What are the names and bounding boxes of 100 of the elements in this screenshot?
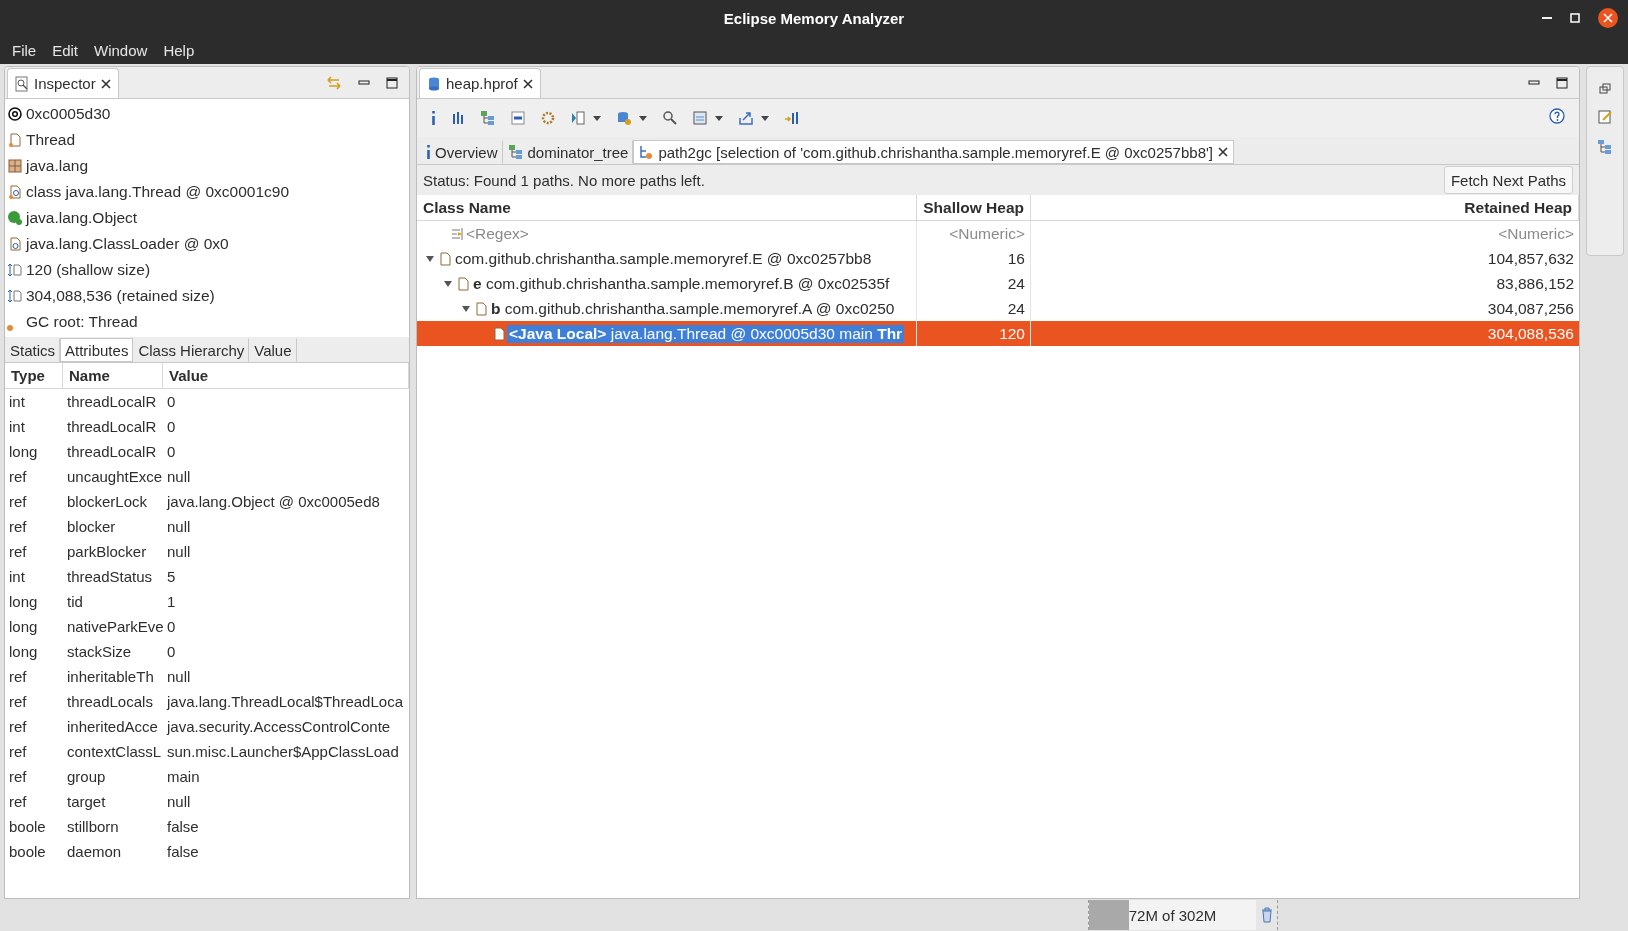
- filter-icon: [450, 225, 466, 242]
- trash-icon: [1260, 907, 1273, 923]
- minimize-icon: [1542, 17, 1552, 19]
- menu-item[interactable]: Window: [86, 41, 156, 59]
- table-cell-text: java.lang.ThreadLocal$ThreadLoca: [165, 692, 404, 712]
- column-header[interactable]: Retained Heap: [1031, 195, 1579, 221]
- table-cell-text: null: [166, 667, 192, 687]
- filter-field[interactable]: <Regex>: [466, 224, 529, 243]
- inspector-item: 0xc0005d30: [26, 105, 111, 123]
- table-cell-text: java.lang.Object @ 0xc0005ed8: [165, 492, 381, 512]
- close-icon: [1598, 8, 1618, 28]
- inspector-tab[interactable]: Inspector: [7, 68, 119, 98]
- tree-item[interactable]: e com.github.chrishantha.sample.memoryref.B @ 0xc02535f: [471, 274, 892, 293]
- inspector-item: Thread: [26, 131, 76, 149]
- table-cell: 304,088,536: [1031, 321, 1579, 346]
- gc-root-icon: [7, 325, 13, 331]
- object-icon: [455, 275, 471, 292]
- table-cell-text: 83,886,152: [1495, 273, 1575, 294]
- table-cell-text: 304,087,256: [1486, 298, 1575, 319]
- table-cell: 24: [917, 271, 1031, 296]
- column-header[interactable]: Shallow Heap: [917, 195, 1031, 221]
- memory-text: 72M of 302M: [1128, 906, 1217, 924]
- expanded-icon[interactable]: [461, 303, 471, 314]
- filter-field[interactable]: <Numeric>: [917, 221, 1031, 246]
- table-cell-text: long: [8, 592, 39, 612]
- expanded-icon[interactable]: [443, 278, 453, 289]
- maximize-icon: [385, 76, 399, 90]
- info-icon: [431, 111, 436, 125]
- inspector-item: java.lang.ClassLoader @ 0x0: [26, 235, 229, 253]
- close-icon: [99, 77, 112, 90]
- tree-item[interactable]: <Java Local> java.lang.Thread @ 0xc0005d30 main Thr: [507, 324, 905, 343]
- table-cell-text: group: [66, 767, 107, 787]
- menu-item[interactable]: Help: [155, 41, 203, 59]
- column-header[interactable]: Class Name: [417, 195, 917, 221]
- status-text: Status: Found 1 paths. No more paths left.: [423, 171, 705, 189]
- table-cell-text: long: [8, 442, 39, 462]
- object-icon: [473, 300, 489, 317]
- menu-item[interactable]: Edit: [44, 41, 87, 59]
- tree-icon: [507, 144, 524, 160]
- column-header[interactable]: Value: [163, 363, 409, 389]
- column-header[interactable]: Type: [5, 363, 63, 389]
- table-cell-text: ref: [8, 667, 28, 687]
- size-icon: [7, 288, 23, 304]
- filter-field[interactable]: <Numeric>: [1031, 221, 1579, 246]
- magnifier-icon: [14, 75, 30, 92]
- table-cell-text: stackSize: [66, 642, 133, 662]
- table-cell-text: int: [8, 392, 26, 412]
- table-cell-text: 1: [166, 592, 177, 612]
- window-title: Eclipse Memory Analyzer: [723, 9, 905, 27]
- tree-item[interactable]: com.github.chrishantha.sample.memoryref.E @ 0xc0257bb8: [453, 249, 874, 268]
- table-cell-text: long: [8, 642, 39, 662]
- table-cell-text: ref: [8, 792, 28, 812]
- table-cell-text: long: [8, 617, 39, 637]
- result-tab[interactable]: path2gc [selection of 'com.github.chrishantha.sample.memoryref.E @ 0xc0257bb8']: [633, 140, 1234, 164]
- caret-icon: [592, 113, 602, 123]
- tree-item[interactable]: b com.github.chrishantha.sample.memoryref.A @ 0xc0250: [489, 299, 897, 318]
- export-icon: [738, 110, 754, 126]
- close-icon: [1217, 146, 1229, 158]
- package-icon: [7, 158, 23, 174]
- table-cell-text: blockerLock: [66, 492, 149, 512]
- class-icon: [7, 210, 23, 226]
- table-cell-text: main: [166, 767, 201, 787]
- inspector-item: GC root: Thread: [26, 313, 138, 331]
- table-cell-text: target: [66, 792, 107, 812]
- document-icon: [7, 132, 23, 148]
- table-cell-text: int: [8, 567, 26, 587]
- notes-icon: [1597, 109, 1613, 125]
- chart-arrow-icon: [784, 110, 800, 126]
- table-cell-text: 0: [166, 392, 177, 412]
- table-cell-text: ref: [8, 742, 28, 762]
- inspector-item: 120 (shallow size): [26, 261, 151, 279]
- info-icon: [426, 145, 431, 159]
- expanded-icon[interactable]: [425, 253, 435, 264]
- search-icon: [662, 110, 678, 126]
- table-cell: 16: [917, 246, 1031, 271]
- panel-tab[interactable]: Attributes: [60, 338, 134, 362]
- editor-tab[interactable]: heap.hprof: [419, 68, 541, 98]
- table-cell-text: false: [166, 817, 200, 837]
- gc-button[interactable]: [1256, 900, 1278, 930]
- table-cell-text: daemon: [66, 842, 123, 862]
- inspector-item: 304,088,536 (retained size): [26, 287, 215, 305]
- table-cell-text: false: [166, 842, 200, 862]
- table-cell-text: java.security.AccessControlConte: [165, 717, 392, 737]
- tree-icon: [480, 110, 496, 126]
- column-header[interactable]: Name: [63, 363, 163, 389]
- table-cell-text: ref: [8, 692, 28, 712]
- table-cell-text: threadLocalR: [66, 442, 158, 462]
- size-icon: [7, 262, 23, 278]
- fetch-button[interactable]: Fetch Next Paths: [1443, 166, 1573, 194]
- inspector-item: class java.lang.Thread @ 0xc0001c90: [26, 183, 290, 201]
- table-cell-text: 0: [166, 442, 177, 462]
- table-cell-text: int: [8, 417, 26, 437]
- path-icon: [638, 144, 655, 160]
- table-cell-text: 0: [166, 417, 177, 437]
- table-cell-text: ref: [8, 492, 28, 512]
- table-cell: 120: [917, 321, 1031, 346]
- table-cell-text: inheritedAcce: [66, 717, 159, 737]
- menu-item[interactable]: File: [4, 41, 45, 59]
- close-icon: [521, 77, 534, 90]
- inspector-item: java.lang: [26, 157, 89, 175]
